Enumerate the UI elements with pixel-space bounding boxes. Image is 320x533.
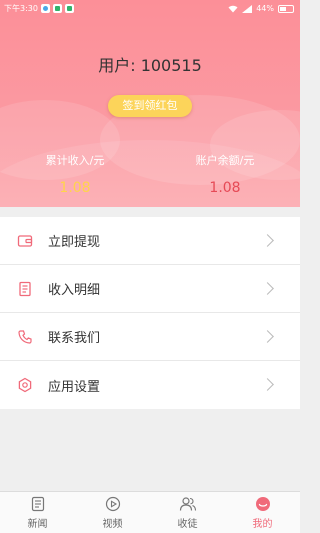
chevron-right-icon bbox=[261, 282, 274, 295]
balance-value: 1.08 bbox=[209, 180, 241, 196]
news-icon bbox=[29, 495, 47, 513]
document-icon bbox=[17, 281, 33, 297]
video-icon bbox=[104, 495, 122, 513]
balance-stat: 账户余额/元 1.08 bbox=[150, 152, 300, 196]
tab-label: 收徒 bbox=[177, 519, 198, 530]
menu-item-withdraw[interactable]: 立即提现 bbox=[0, 217, 300, 265]
wallet-icon bbox=[17, 233, 33, 249]
people-icon bbox=[179, 495, 197, 513]
battery-icon bbox=[278, 4, 294, 13]
settings-icon bbox=[17, 377, 33, 393]
profile-icon bbox=[254, 495, 272, 513]
balance-label: 账户余额/元 bbox=[195, 154, 255, 167]
menu-item-label: 联系我们 bbox=[48, 331, 101, 346]
tab-video[interactable]: 视频 bbox=[75, 492, 150, 533]
checkin-red-packet-button[interactable]: 签到领红包 bbox=[108, 95, 192, 117]
notification-app-icon bbox=[52, 4, 62, 13]
menu-item-income-details[interactable]: 收入明细 bbox=[0, 265, 300, 313]
menu-item-label: 立即提现 bbox=[48, 235, 101, 250]
total-income-stat: 累计收入/元 1.08 bbox=[0, 152, 150, 196]
menu-item-label: 应用设置 bbox=[48, 379, 101, 395]
tab-profile[interactable]: 我的 bbox=[225, 492, 300, 533]
settings-menu: 立即提现 收入明细 联系我们 应用设置 bbox=[0, 217, 300, 409]
battery-percent: 44% bbox=[256, 4, 274, 13]
menu-item-contact-us[interactable]: 联系我们 bbox=[0, 313, 300, 361]
chevron-right-icon bbox=[261, 234, 274, 247]
chevron-right-icon bbox=[261, 378, 274, 391]
menu-item-app-settings[interactable]: 应用设置 bbox=[0, 361, 300, 409]
tab-apprentice[interactable]: 收徒 bbox=[150, 492, 225, 533]
tab-label: 我的 bbox=[252, 519, 273, 530]
status-bar: 下午3:30 44% bbox=[0, 0, 300, 17]
status-time: 下午3:30 bbox=[4, 4, 38, 13]
total-income-label: 累计收入/元 bbox=[45, 154, 105, 167]
chevron-right-icon bbox=[261, 330, 274, 343]
wifi-icon bbox=[228, 5, 238, 12]
signal-icon bbox=[242, 4, 253, 13]
tab-label: 新闻 bbox=[27, 519, 48, 530]
menu-item-label: 收入明细 bbox=[48, 283, 101, 298]
phone-icon bbox=[17, 329, 33, 345]
user-id-title: 用户: 100515 bbox=[98, 56, 202, 75]
notification-app-icon bbox=[64, 4, 74, 13]
profile-header: 用户: 100515 签到领红包 累计收入/元 1.08 账户余额/元 1.08 bbox=[0, 0, 300, 207]
total-income-value: 1.08 bbox=[59, 180, 91, 196]
bottom-tab-bar: 新闻 视频 收徒 我的 bbox=[0, 491, 300, 533]
tab-label: 视频 bbox=[102, 519, 123, 530]
notification-app-icon bbox=[40, 4, 50, 13]
tab-news[interactable]: 新闻 bbox=[0, 492, 75, 533]
